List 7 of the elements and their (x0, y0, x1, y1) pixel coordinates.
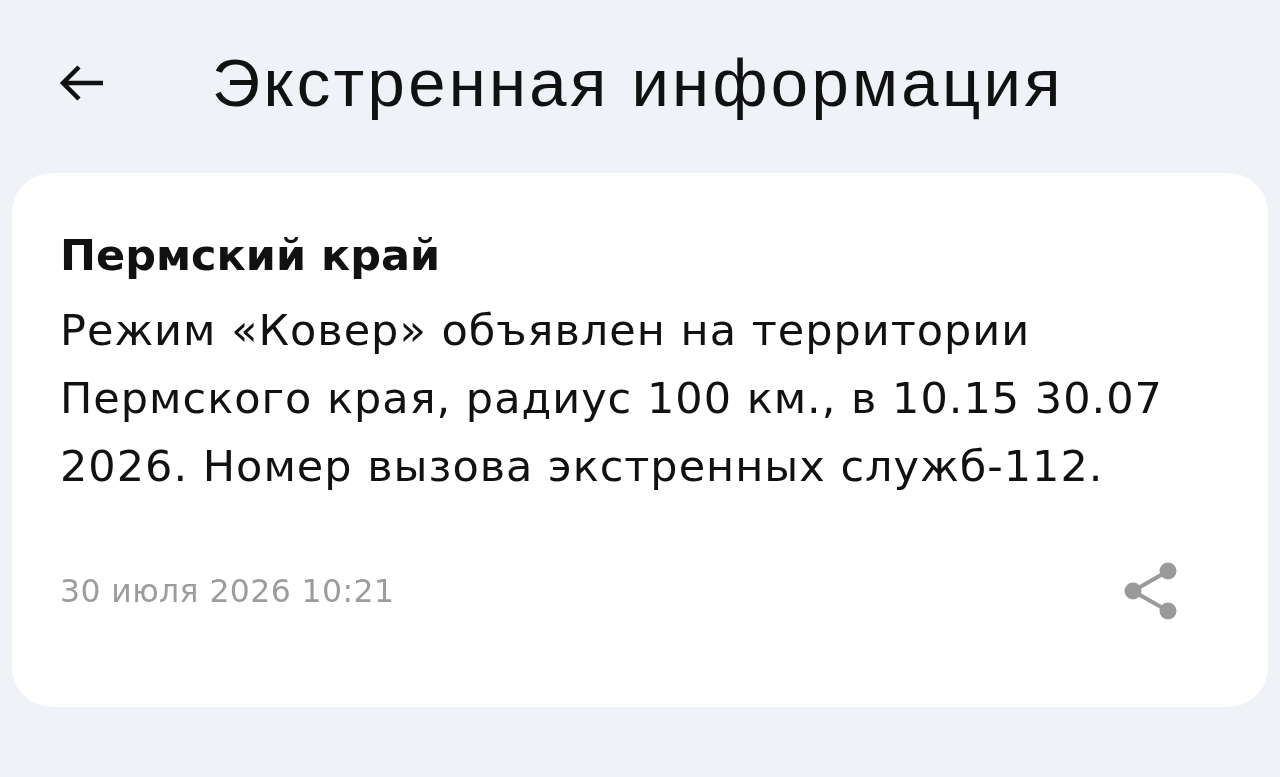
share-icon (1124, 562, 1178, 620)
back-arrow-icon (59, 63, 105, 102)
alert-message: Режим «Ковер» объявлен на территории Пермского края, радиус 100 км., в 10.15 30.07 2026. Номер вызова экстренных служб-112. (60, 304, 1164, 493)
page-title: Экстренная информация (212, 44, 1064, 121)
share-button[interactable] (1124, 562, 1178, 620)
alert-region: Пермский край (60, 229, 442, 282)
alert-timestamp: 30 июля 2026 10:21 (60, 573, 395, 609)
